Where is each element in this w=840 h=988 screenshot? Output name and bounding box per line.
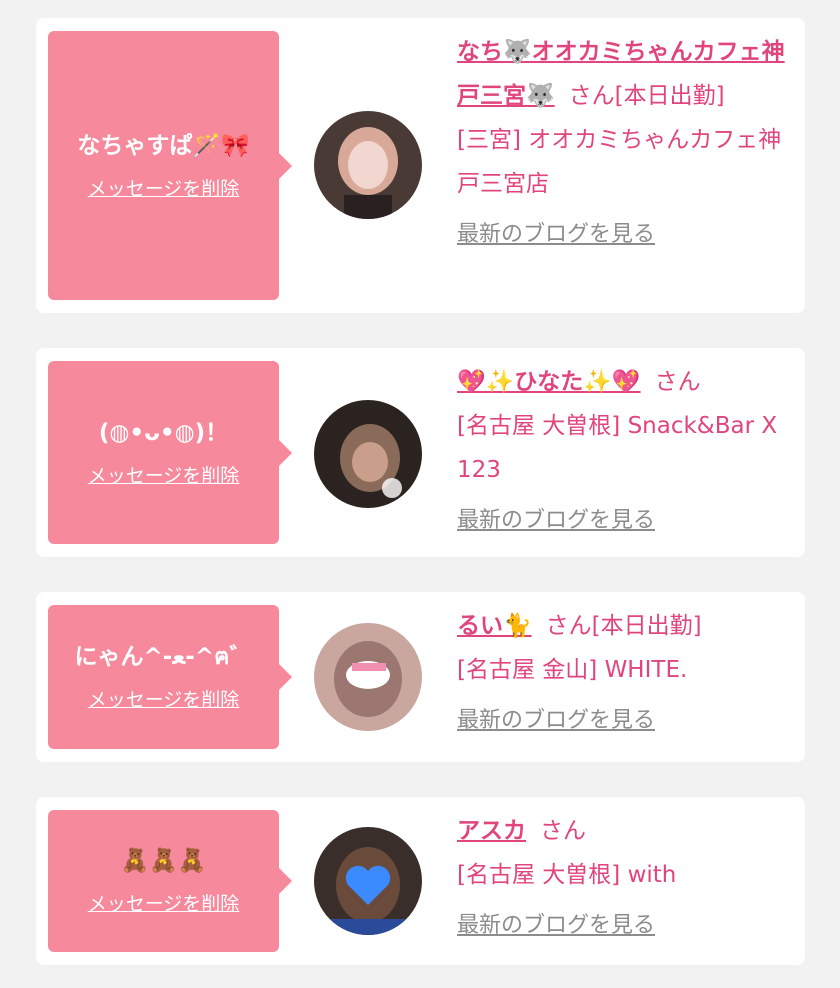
favorite-card: にゃん^-ﻌ-^ฅ゛ メッセージを削除 るい🐈 さん[本日出勤] [名古屋 金山]… (36, 592, 805, 762)
delete-message-link[interactable]: メッセージを削除 (88, 177, 240, 201)
message-text: にゃん^-ﻌ-^ฅ゛ (74, 644, 253, 670)
cast-info: るい🐈 さん[本日出勤] [名古屋 金山] WHITE. 最新のブログを見る (457, 604, 797, 736)
message-text: 🧸🧸🧸 (120, 848, 207, 874)
shop-info: [三宮] オオカミちゃんカフェ神戸三宮店 (457, 127, 782, 197)
honorific: さん (568, 83, 615, 109)
cast-info: アスカ さん [名古屋 大曽根] with 最新のブログを見る (457, 809, 797, 941)
message-text: なちゃすぱ🪄🎀 (77, 132, 250, 159)
honorific: さん (545, 613, 592, 639)
favorite-card: 🧸🧸🧸 メッセージを削除 アスカ さん [名古屋 大曽根] with 最新のブログ… (36, 797, 805, 965)
message-bubble: なちゃすぱ🪄🎀 メッセージを削除 (48, 31, 292, 300)
cast-info: 💖✨ひなた✨💖 さん [名古屋 大曽根] Snack&Bar X 123 最新のブ… (457, 360, 797, 536)
cast-name-link[interactable]: 💖✨ひなた✨💖 (457, 369, 641, 395)
message-bubble: にゃん^-ﻌ-^ฅ゛ メッセージを削除 (48, 605, 292, 749)
latest-blog-link[interactable]: 最新のブログを見る (457, 220, 797, 250)
message-bubble: 🧸🧸🧸 メッセージを削除 (48, 810, 292, 952)
delete-message-link[interactable]: メッセージを削除 (88, 892, 240, 916)
avatar[interactable] (314, 827, 422, 935)
cast-info: なち🐺オオカミちゃんカフェ神戸三宮🐺 さん[本日出勤] [三宮] オオカミちゃんカ… (457, 30, 797, 250)
latest-blog-link[interactable]: 最新のブログを見る (457, 706, 797, 736)
favorite-card: なちゃすぱ🪄🎀 メッセージを削除 なち🐺オオカミちゃんカフェ神戸三宮🐺 さん[本日… (36, 18, 805, 313)
shop-info: [名古屋 大曽根] with (457, 862, 677, 888)
latest-blog-link[interactable]: 最新のブログを見る (457, 506, 797, 536)
attendance-status: [本日出勤] (591, 613, 702, 639)
honorific: さん (540, 818, 586, 844)
avatar[interactable] (314, 400, 422, 508)
shop-info: [名古屋 大曽根] Snack&Bar X 123 (457, 413, 778, 483)
shop-info: [名古屋 金山] WHITE. (457, 657, 688, 683)
favorite-card: (◍•ᴗ•◍)！ メッセージを削除 💖✨ひなた✨💖 さん [名古屋 大曽根] Sn… (36, 348, 805, 557)
delete-message-link[interactable]: メッセージを削除 (88, 464, 240, 488)
avatar[interactable] (314, 623, 422, 731)
cast-name-link[interactable]: アスカ (457, 818, 526, 844)
attendance-status: [本日出勤] (614, 83, 725, 109)
avatar[interactable] (314, 111, 422, 219)
cast-name-link[interactable]: るい🐈 (457, 613, 532, 639)
latest-blog-link[interactable]: 最新のブログを見る (457, 911, 797, 941)
favorites-list: なちゃすぱ🪄🎀 メッセージを削除 なち🐺オオカミちゃんカフェ神戸三宮🐺 さん[本日… (0, 0, 840, 988)
message-bubble: (◍•ᴗ•◍)！ メッセージを削除 (48, 361, 292, 544)
delete-message-link[interactable]: メッセージを削除 (88, 688, 240, 712)
honorific: さん (654, 369, 701, 395)
message-text: (◍•ᴗ•◍)！ (98, 419, 229, 446)
